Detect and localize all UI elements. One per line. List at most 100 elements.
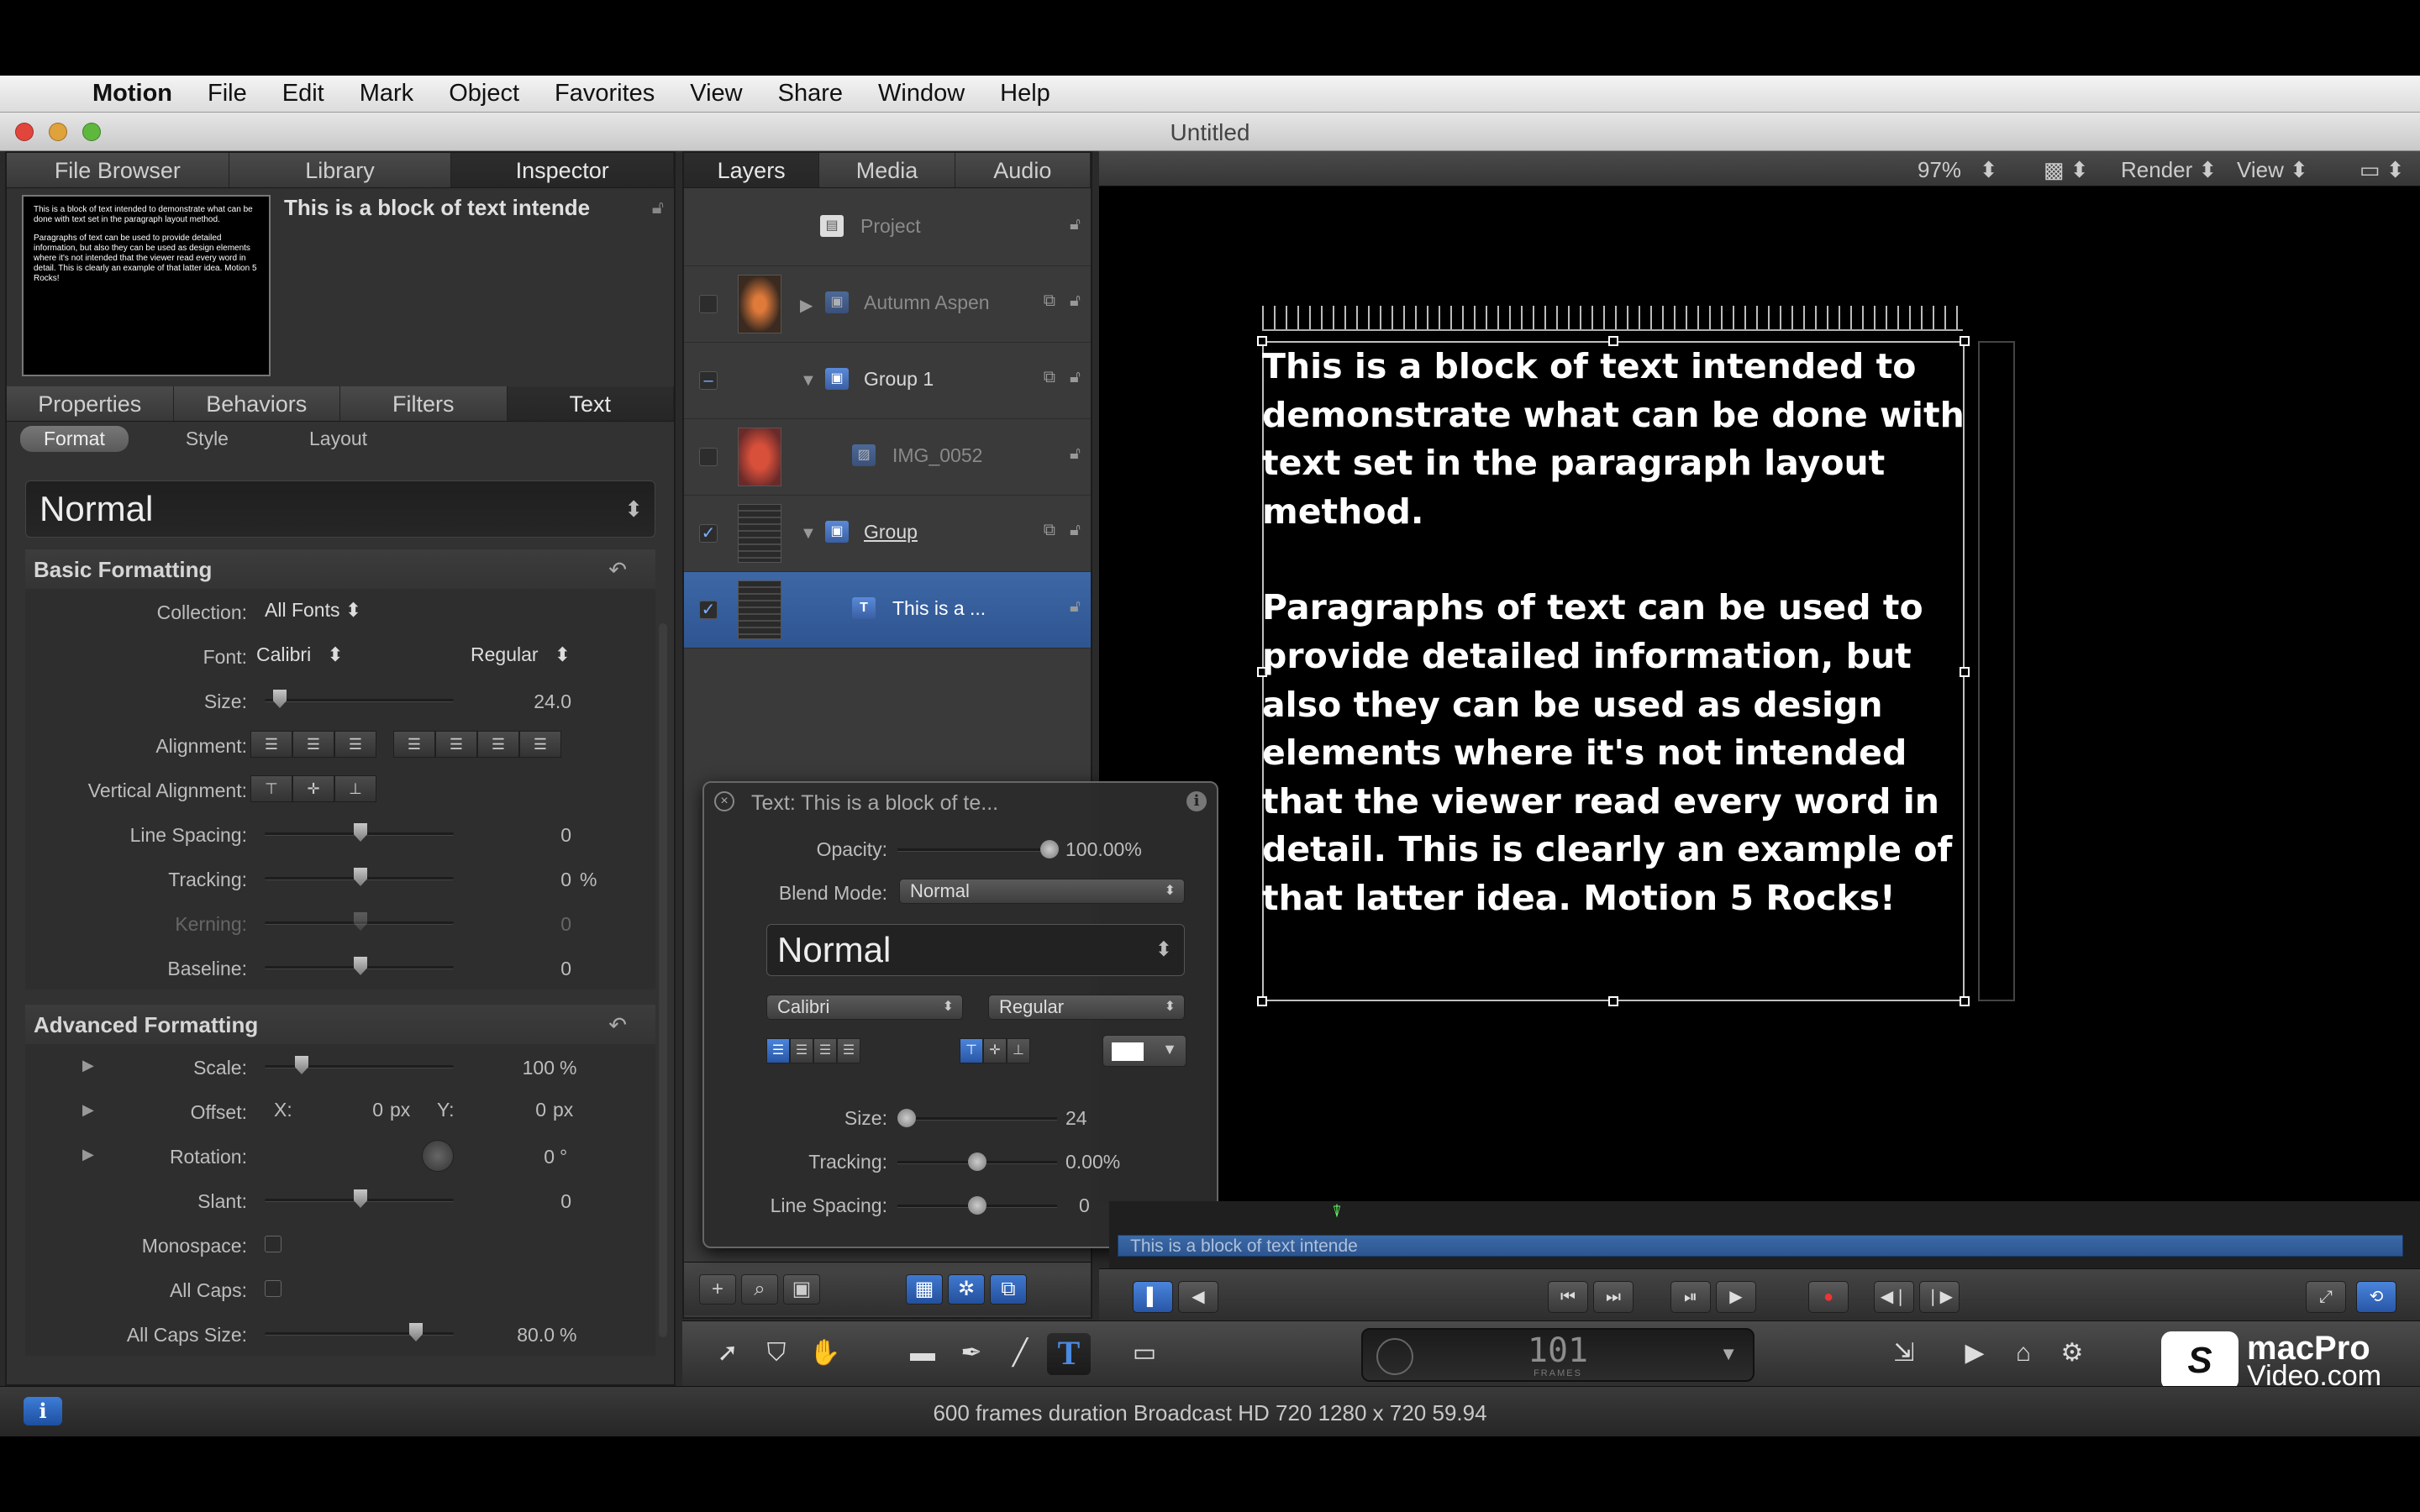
menu-mark[interactable]: Mark xyxy=(360,80,413,108)
size-slider[interactable] xyxy=(265,690,454,708)
align-justify-icon[interactable]: ☰ xyxy=(837,1038,860,1063)
tab-library[interactable]: Library xyxy=(229,153,452,187)
playhead-icon[interactable]: ⍒ xyxy=(1332,1203,1344,1225)
valign-middle-icon[interactable]: ✛ xyxy=(983,1038,1007,1063)
basic-formatting-header[interactable]: Basic Formatting ↶ xyxy=(25,550,655,589)
disclosure-triangle-icon[interactable]: ▶ xyxy=(82,1146,94,1163)
disclosure-triangle-icon[interactable]: ▶ xyxy=(800,295,813,316)
color-channels-icon[interactable]: ▩ ⬍ xyxy=(2044,157,2089,183)
zoom-popup[interactable]: 97% ⬍ xyxy=(1918,157,1998,183)
layer-row-project[interactable]: ▤ Project 🔓︎ xyxy=(684,190,1091,266)
inspector-scrollbar[interactable] xyxy=(659,623,667,1337)
go-to-start-icon[interactable]: ⏮ xyxy=(1548,1281,1588,1313)
hud-font-popup[interactable]: Calibri ⬍ xyxy=(766,995,963,1020)
canvas-text[interactable]: This is a block of text intended to demo… xyxy=(1262,343,1968,971)
hud-color-well[interactable]: ▼ xyxy=(1102,1035,1186,1067)
record-icon[interactable]: ● xyxy=(1808,1281,1849,1313)
menu-file[interactable]: File xyxy=(208,80,247,108)
resize-handle[interactable] xyxy=(1608,996,1618,1006)
tab-format[interactable]: Format xyxy=(20,425,129,452)
menu-window[interactable]: Window xyxy=(878,80,965,108)
all-caps-size-slider[interactable] xyxy=(265,1323,454,1341)
group-mode-icon[interactable]: ⧉ xyxy=(1044,521,1055,540)
layer-row-text[interactable]: ✓ T This is a ... 🔓︎ xyxy=(684,572,1091,648)
disclosure-triangle-icon[interactable]: ▼ xyxy=(800,371,817,391)
slider-knob[interactable] xyxy=(354,823,367,842)
search-icon[interactable]: ⌕ xyxy=(741,1274,778,1305)
layer-visibility-checkbox[interactable]: – xyxy=(699,371,718,390)
show-thumbnails-icon[interactable]: ▦ xyxy=(906,1274,943,1305)
canvas-paragraph-2[interactable]: Paragraphs of text can be used to provid… xyxy=(1262,584,1968,922)
hud-style-popup[interactable]: Regular ⬍ xyxy=(988,995,1185,1020)
rotation-dial[interactable] xyxy=(422,1140,454,1172)
lock-icon[interactable]: 🔓︎ xyxy=(1070,521,1081,540)
menu-app[interactable]: Motion xyxy=(92,80,172,108)
layer-visibility-checkbox[interactable]: ✓ xyxy=(699,601,718,619)
disclosure-triangle-icon[interactable]: ▶ xyxy=(82,1057,94,1074)
collection-popup[interactable]: All Fonts ⬍ xyxy=(265,599,361,622)
window-layout-icon[interactable]: ▭ ⬍ xyxy=(2360,157,2405,183)
chevron-down-icon[interactable]: ▼ xyxy=(1719,1343,1738,1365)
timecode-display[interactable]: 101 FRAMES ▼ xyxy=(1361,1328,1754,1382)
justify-right-icon[interactable]: ☰ xyxy=(477,731,519,758)
resize-handle[interactable] xyxy=(1960,996,1970,1006)
tab-inspector[interactable]: Inspector xyxy=(451,153,675,187)
font-style-popup[interactable]: Regular ⬍ xyxy=(471,643,571,666)
select-tool-icon[interactable]: ➚ xyxy=(706,1333,750,1375)
group-mode-icon[interactable]: ⧉ xyxy=(1044,291,1055,311)
dropdown-arrow-icon[interactable]: ▼ xyxy=(1162,1041,1177,1058)
menu-share[interactable]: Share xyxy=(778,80,843,108)
timeline-clip-bar[interactable]: This is a block of text intende xyxy=(1118,1235,2403,1257)
disclosure-triangle-icon[interactable]: ▼ xyxy=(800,524,817,543)
justify-full-icon[interactable]: ☰ xyxy=(519,731,561,758)
play-icon[interactable]: ▶ xyxy=(1716,1281,1756,1313)
timeline-toggle-icon[interactable]: ▌ xyxy=(1133,1281,1173,1313)
hud-size-value[interactable]: 24 xyxy=(1065,1107,1166,1130)
paint-stroke-tool-icon[interactable]: ╱ xyxy=(998,1333,1042,1375)
tab-layout[interactable]: Layout xyxy=(286,426,391,452)
align-left-icon[interactable]: ☰ xyxy=(250,731,292,758)
tracking-slider[interactable] xyxy=(265,868,454,886)
layer-visibility-checkbox[interactable] xyxy=(699,448,718,466)
group-mode-icon[interactable]: ⧉ xyxy=(1044,368,1055,387)
show-masks-icon[interactable]: ⧉ xyxy=(990,1274,1027,1305)
reset-icon[interactable]: ↶ xyxy=(608,550,627,589)
show-behaviors-icon[interactable]: ✲ xyxy=(948,1274,985,1305)
all-caps-checkbox[interactable] xyxy=(265,1280,281,1297)
slider-knob[interactable] xyxy=(354,868,367,886)
justify-center-icon[interactable]: ☰ xyxy=(435,731,477,758)
text-ruler[interactable] xyxy=(1262,306,1963,331)
lock-icon[interactable]: 🔓︎ xyxy=(652,197,664,218)
text-tool-icon[interactable]: T xyxy=(1047,1333,1091,1375)
resize-handle[interactable] xyxy=(1257,996,1267,1006)
scale-slider[interactable] xyxy=(265,1056,454,1074)
mask-tool-icon[interactable]: ▭ xyxy=(1123,1333,1166,1375)
camera-icon[interactable]: ▶ xyxy=(1953,1333,1996,1375)
slider-knob[interactable] xyxy=(354,957,367,975)
line-spacing-slider[interactable] xyxy=(265,823,454,842)
hud-tracking-slider[interactable] xyxy=(897,1152,1057,1171)
lock-icon[interactable]: 🔓︎ xyxy=(1070,291,1081,311)
menu-view[interactable]: View xyxy=(690,80,742,108)
tab-audio[interactable]: Audio xyxy=(955,153,1091,187)
bezier-tool-icon[interactable]: ✒ xyxy=(950,1333,993,1375)
justify-left-icon[interactable]: ☰ xyxy=(393,731,435,758)
valign-top-icon[interactable]: ⊤ xyxy=(960,1038,983,1063)
layer-visibility-checkbox[interactable]: ✓ xyxy=(699,524,718,543)
fullscreen-icon[interactable]: ⤢ xyxy=(2306,1281,2346,1313)
step-forward-icon[interactable]: ⏯ xyxy=(1670,1281,1711,1313)
valign-bottom-icon[interactable]: ⊥ xyxy=(1007,1038,1030,1063)
menu-edit[interactable]: Edit xyxy=(282,80,324,108)
layer-row-group[interactable]: ✓ ▼ ▣ Group ⧉ 🔓︎ xyxy=(684,496,1091,572)
hud-opacity-value[interactable]: 100.00% xyxy=(1065,838,1166,861)
layer-visibility-checkbox[interactable] xyxy=(699,295,718,313)
audio-icon[interactable]: ◀ xyxy=(1178,1281,1218,1313)
next-frame-icon[interactable]: ❘▶ xyxy=(1919,1281,1960,1313)
offset-y-value[interactable]: 0 xyxy=(513,1099,546,1121)
align-left-icon[interactable]: ☰ xyxy=(766,1038,790,1063)
lock-icon[interactable]: 🔓︎ xyxy=(1070,597,1081,617)
tab-file-browser[interactable]: File Browser xyxy=(7,153,229,187)
pan-tool-icon[interactable]: ✋ xyxy=(803,1333,847,1375)
canvas-paragraph-1[interactable]: This is a block of text intended to demo… xyxy=(1262,343,1968,536)
export-icon[interactable]: ⇲ xyxy=(1882,1333,1926,1375)
